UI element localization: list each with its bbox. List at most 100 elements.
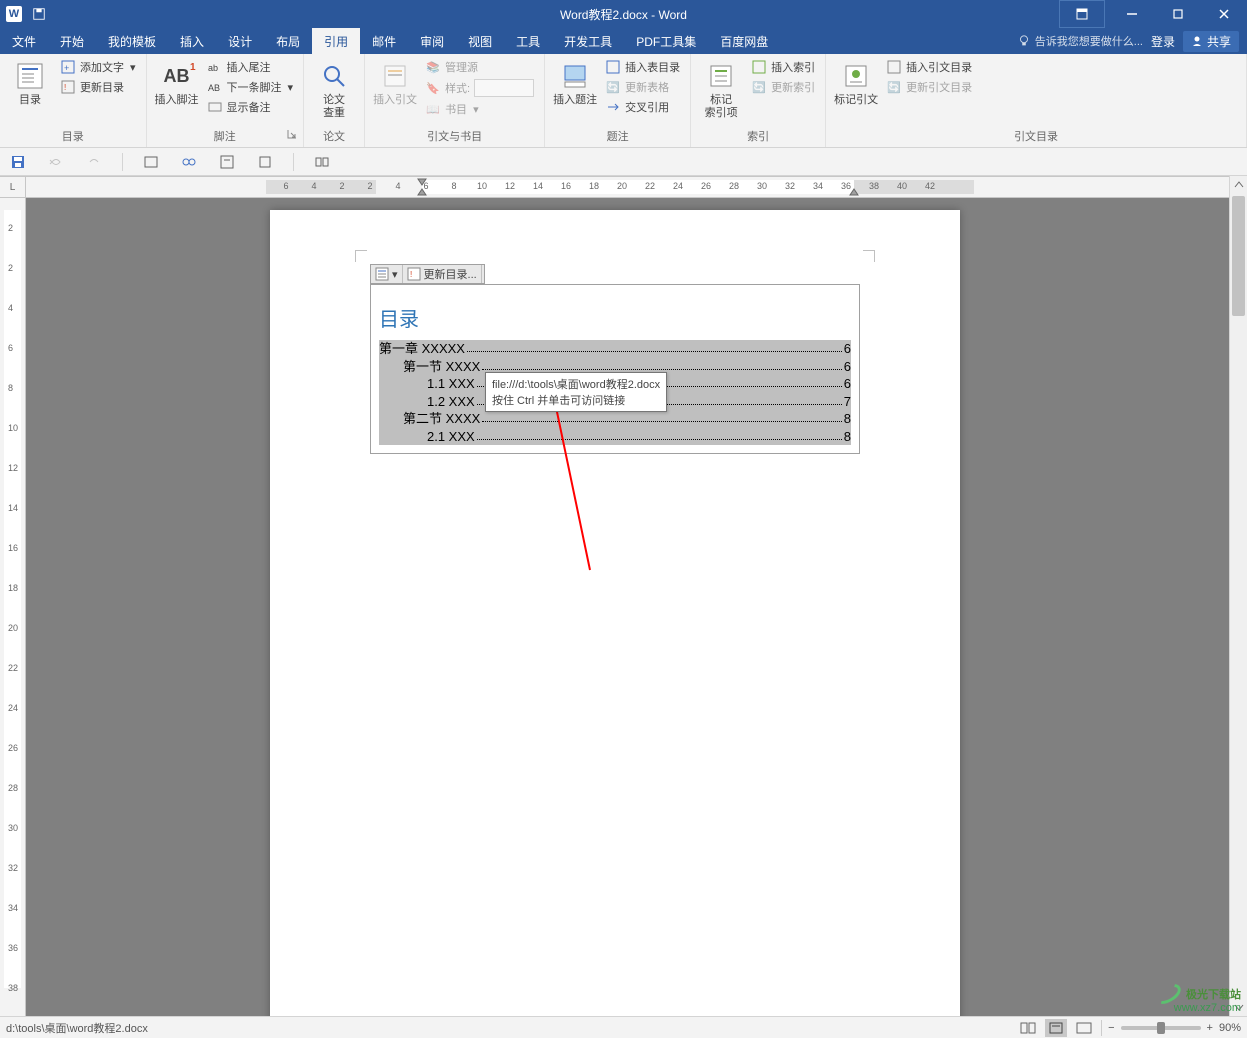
style-select[interactable] [474, 79, 534, 97]
vertical-scrollbar[interactable] [1229, 176, 1247, 1016]
qat-btn-5[interactable] [312, 152, 332, 172]
toc-field[interactable]: ▾ !更新目录... 目录 第一章 XXXXX6第一节 XXXX61.1 XXX… [370, 264, 860, 454]
login-link[interactable]: 登录 [1151, 33, 1175, 50]
tab-review[interactable]: 审阅 [408, 28, 456, 54]
group-citations-label: 引文与书目 [369, 127, 540, 145]
insert-citation-button[interactable]: 插入引文 [371, 58, 419, 109]
close-button[interactable] [1201, 0, 1247, 28]
ribbon-display-options-icon[interactable] [1059, 0, 1105, 28]
tab-layout[interactable]: 布局 [264, 28, 312, 54]
insert-footnote-label: 插入脚注 [155, 94, 199, 107]
ruler-corner[interactable]: L [0, 176, 26, 198]
tab-baidu[interactable]: 百度网盘 [708, 28, 780, 54]
toc-entry[interactable]: 第二节 XXXX8 [379, 410, 851, 428]
tooltip-hint: 按住 Ctrl 并单击可访问链接 [492, 392, 660, 408]
insert-caption-label: 插入题注 [553, 94, 597, 107]
tab-developer[interactable]: 开发工具 [552, 28, 624, 54]
vertical-ruler[interactable]: 22468101214161820222426283032343638 [0, 198, 26, 1016]
scroll-up-icon[interactable] [1230, 176, 1247, 194]
qat-btn-1[interactable] [141, 152, 161, 172]
toc-button[interactable]: 目录 [6, 58, 54, 109]
group-toc-label: 目录 [4, 127, 142, 145]
ribbon-tabs: 文件 开始 我的模板 插入 设计 布局 引用 邮件 审阅 视图 工具 开发工具 … [0, 28, 1247, 54]
insert-table-figures-button[interactable]: 插入表目录 [601, 58, 684, 76]
tell-me-search[interactable]: 告诉我您想要做什么... [1017, 33, 1143, 49]
person-icon [1191, 35, 1203, 47]
qat-btn-4[interactable] [255, 152, 275, 172]
tab-home[interactable]: 开始 [48, 28, 96, 54]
insert-endnote-button[interactable]: ab插入尾注 [203, 58, 298, 76]
tab-design[interactable]: 设计 [216, 28, 264, 54]
toc-field-handle[interactable]: ▾ !更新目录... [370, 264, 485, 284]
add-text-button[interactable]: +添加文字▾ [56, 58, 140, 76]
view-web-layout-button[interactable] [1073, 1019, 1095, 1037]
tab-tools[interactable]: 工具 [504, 28, 552, 54]
citation-style-button[interactable]: 🔖样式: [421, 78, 538, 98]
document-area[interactable]: ▾ !更新目录... 目录 第一章 XXXXX6第一节 XXXX61.1 XXX… [26, 198, 1229, 1016]
show-notes-button[interactable]: 显示备注 [203, 98, 298, 116]
tab-mytemplates[interactable]: 我的模板 [96, 28, 168, 54]
tab-references[interactable]: 引用 [312, 28, 360, 54]
mark-entry-button[interactable]: 标记 索引项 [697, 58, 745, 122]
insert-authorities-button[interactable]: 插入引文目录 [882, 58, 976, 76]
save-button[interactable] [8, 152, 28, 172]
footnotes-launcher-icon[interactable] [287, 129, 297, 139]
update-index-button[interactable]: 🔄更新索引 [747, 78, 819, 96]
tab-insert[interactable]: 插入 [168, 28, 216, 54]
cross-reference-button[interactable]: 交叉引用 [601, 98, 684, 116]
title-bar: W Word教程2.docx - Word [0, 0, 1247, 28]
separator [293, 153, 294, 171]
bibliography-icon: 📖 [425, 101, 441, 117]
toc-entry[interactable]: 第一章 XXXXX6 [379, 340, 851, 358]
insert-caption-button[interactable]: 插入题注 [551, 58, 599, 109]
quick-access-toolbar [0, 148, 1247, 176]
mark-citation-button[interactable]: 标记引文 [832, 58, 880, 109]
thesis-check-button[interactable]: 论文 查重 [310, 58, 358, 122]
style-icon: 🔖 [425, 80, 441, 96]
next-footnote-button[interactable]: AB下一条脚注▾ [203, 78, 298, 96]
scrollbar-thumb[interactable] [1232, 196, 1245, 316]
view-print-layout-button[interactable] [1045, 1019, 1067, 1037]
view-read-mode-button[interactable] [1017, 1019, 1039, 1037]
insert-index-button[interactable]: 插入索引 [747, 58, 819, 76]
next-footnote-icon: AB [207, 79, 223, 95]
group-thesis-label: 论文 [308, 127, 360, 145]
add-text-icon: + [60, 59, 76, 75]
toc-entry-text: 1.2 XXX [427, 393, 475, 411]
toc-update-button[interactable]: !更新目录... [403, 265, 482, 283]
share-button[interactable]: 共享 [1183, 31, 1239, 52]
zoom-slider[interactable] [1121, 1026, 1201, 1030]
update-authorities-button[interactable]: 🔄更新引文目录 [882, 78, 976, 96]
bibliography-button[interactable]: 📖书目▾ [421, 100, 538, 118]
tab-pdf[interactable]: PDF工具集 [624, 28, 708, 54]
redo-button[interactable] [84, 152, 104, 172]
toc-entry[interactable]: 2.1 XXX8 [379, 428, 851, 446]
qat-save-icon[interactable] [32, 7, 46, 21]
manage-sources-icon: 📚 [425, 59, 441, 75]
zoom-out-button[interactable]: − [1108, 1022, 1114, 1034]
undo-button[interactable] [46, 152, 66, 172]
horizontal-ruler[interactable]: 6422468101214161820222426283032343638404… [26, 176, 1229, 198]
insert-footnote-button[interactable]: AB1 插入脚注 [153, 58, 201, 109]
page: ▾ !更新目录... 目录 第一章 XXXXX6第一节 XXXX61.1 XXX… [270, 210, 960, 1016]
update-authorities-icon: 🔄 [886, 79, 902, 95]
tab-view[interactable]: 视图 [456, 28, 504, 54]
ribbon-group-index: 标记 索引项 插入索引 🔄更新索引 索引 [691, 54, 826, 147]
zoom-slider-thumb[interactable] [1157, 1022, 1165, 1034]
update-toc-button[interactable]: !更新目录 [56, 78, 140, 96]
lightbulb-icon [1017, 34, 1031, 48]
manage-sources-button[interactable]: 📚管理源 [421, 58, 538, 76]
tab-mailings[interactable]: 邮件 [360, 28, 408, 54]
update-table-button[interactable]: 🔄更新表格 [601, 78, 684, 96]
tab-file[interactable]: 文件 [0, 28, 48, 54]
minimize-button[interactable] [1109, 0, 1155, 28]
ribbon-group-toc: 目录 +添加文字▾ !更新目录 目录 [0, 54, 147, 147]
margin-corner [355, 250, 367, 262]
zoom-in-button[interactable]: + [1207, 1022, 1213, 1034]
qat-link-icon[interactable] [179, 152, 199, 172]
qat-btn-3[interactable] [217, 152, 237, 172]
maximize-button[interactable] [1155, 0, 1201, 28]
toc-field-menu-icon[interactable]: ▾ [371, 265, 403, 283]
zoom-level[interactable]: 90% [1219, 1022, 1241, 1034]
watermark: 极光下载站 www.xz7.com [1154, 986, 1241, 1014]
